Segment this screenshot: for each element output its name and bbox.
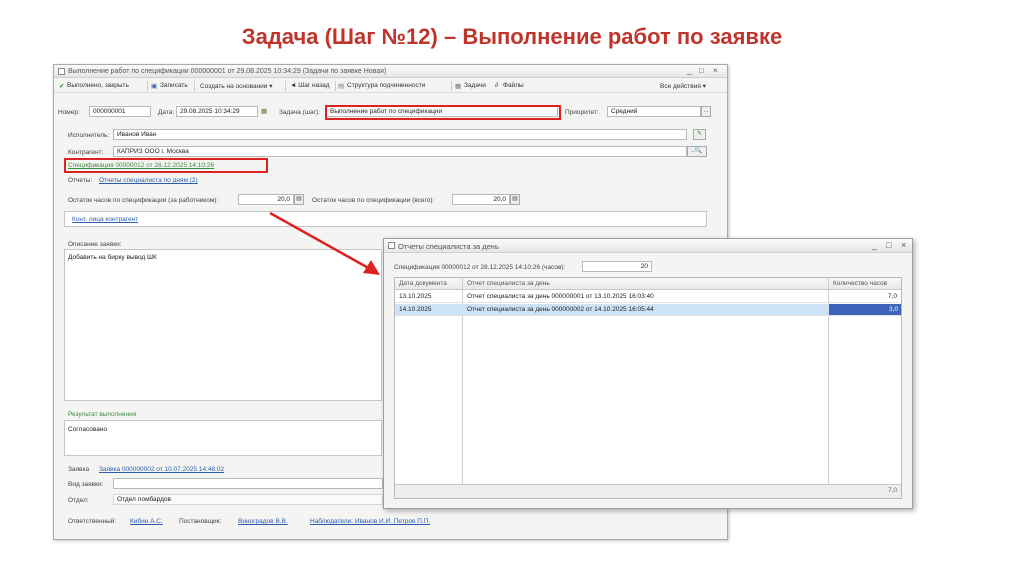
table-header: Дата документа Отчет специалиста за день… [395,278,901,290]
cell-date: 14.10.2025 [399,306,432,313]
column-header-hours[interactable]: Количество часов [833,280,887,287]
popup-spec-label: Спецификация 00000012 от 28.12.2025 14:1… [394,264,566,271]
document-icon [388,242,395,249]
popup-titlebar: Отчеты специалиста за день _ □ × [384,239,912,253]
minimize-button[interactable]: _ [872,240,877,250]
close-button[interactable]: × [901,240,906,250]
table-row-selected[interactable]: 14.10.2025 Отчет специалиста за день 000… [395,304,901,316]
popup-title: Отчеты специалиста за день [398,242,499,251]
column-header-report[interactable]: Отчет специалиста за день [467,280,550,287]
daily-reports-window: Отчеты специалиста за день _ □ × Специфи… [383,238,913,509]
cell-hours-selected[interactable]: 3,0 [829,304,901,315]
cell-report: Отчет специалиста за день 000000002 от 1… [467,306,654,313]
reports-table[interactable]: Дата документа Отчет специалиста за день… [394,277,902,499]
cell-date: 13.10.2025 [399,293,432,300]
table-row[interactable]: 13.10.2025 Отчет специалиста за день 000… [395,291,901,303]
column-header-date[interactable]: Дата документа [399,280,447,287]
popup-spec-hours[interactable]: 20 [582,261,652,272]
total-hours: 7,0 [887,487,897,494]
table-footer: 7,0 [395,484,901,498]
cell-hours: 7,0 [887,293,897,300]
maximize-button[interactable]: □ [886,240,891,250]
cell-report: Отчет специалиста за день 000000001 от 1… [467,293,654,300]
slide: Задача (Шаг №12) – Выполнение работ по з… [0,0,1024,574]
